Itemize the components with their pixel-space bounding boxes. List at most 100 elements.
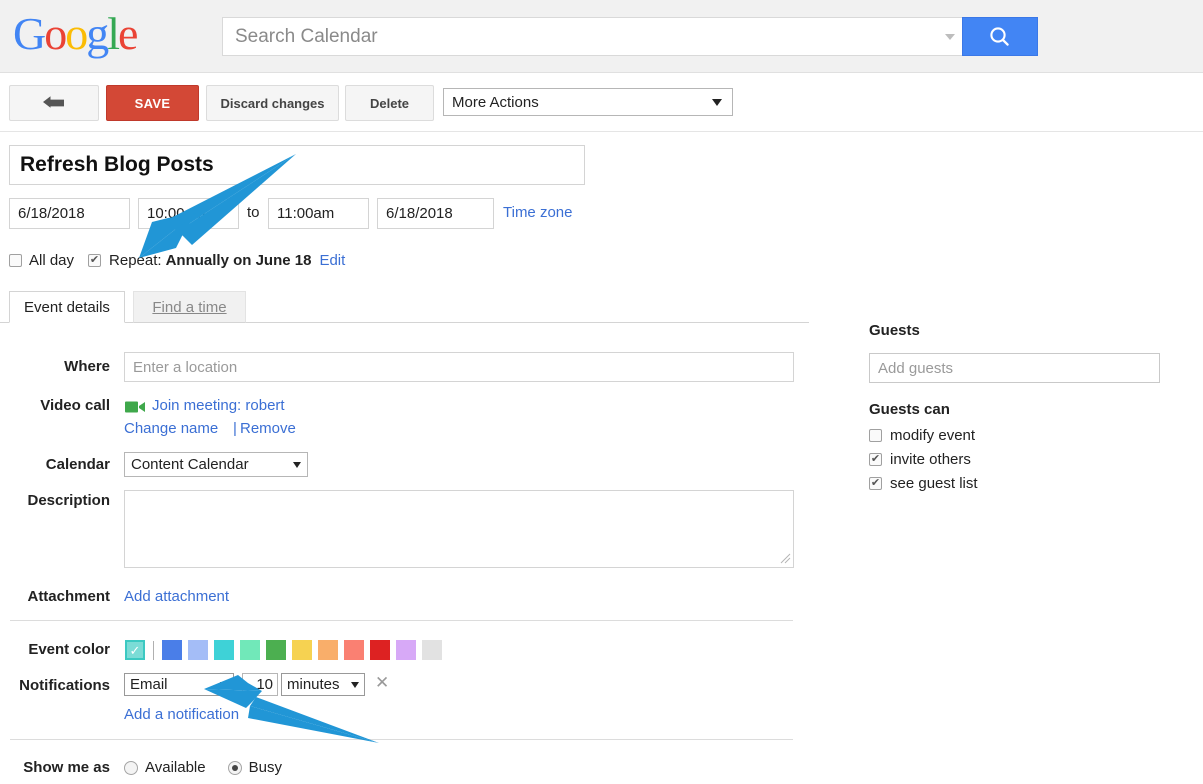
to-label: to [247,204,260,221]
time-zone-link[interactable]: Time zone [503,204,572,221]
section-divider [10,739,793,740]
notification-type-select[interactable]: Email [124,673,234,696]
back-arrow-icon [41,95,67,111]
logo-letter-g: g [86,8,107,59]
calendar-selected-value: Content Calendar [131,456,293,473]
search-input[interactable] [222,17,962,56]
end-time-input[interactable] [268,198,369,229]
tab-event-details[interactable]: Event details [9,291,125,323]
add-guests-input[interactable] [869,353,1160,383]
search-options-dropdown[interactable] [939,17,961,56]
checkbox-invite-others[interactable] [869,453,882,466]
tab-find-a-time[interactable]: Find a time [133,291,246,323]
end-date-input[interactable] [377,198,494,229]
description-input[interactable] [124,490,794,568]
swatch-separator [153,641,154,660]
guest-permission-row: see guest list [869,475,978,492]
repeat-label: Repeat: [109,252,162,269]
attachment-label: Attachment [0,588,110,605]
repeat-row: All day Repeat: Annually on June 18 Edit [9,252,345,269]
color-swatch-turquoise[interactable] [214,640,234,660]
event-title-input[interactable] [9,145,585,185]
more-actions-dropdown[interactable]: More Actions [443,88,733,116]
color-swatch-basil[interactable] [266,640,286,660]
chevron-down-icon [293,462,301,468]
color-swatch-tomato[interactable] [370,640,390,660]
color-swatch-grape[interactable] [396,640,416,660]
all-day-checkbox[interactable] [9,254,22,267]
back-button[interactable] [9,85,99,121]
guest-permission-row: modify event [869,427,975,444]
description-label: Description [0,492,110,509]
start-time-input[interactable] [138,198,239,229]
add-attachment-link[interactable]: Add attachment [124,588,229,605]
notification-unit-select[interactable]: minutes [281,673,365,696]
app-header: Google [0,0,1203,73]
guests-can-title: Guests can [869,401,950,418]
checkbox-see-guest-list[interactable] [869,477,882,490]
available-label: Available [145,759,206,776]
google-logo: Google [13,11,136,57]
guest-permission-row: invite others [869,451,971,468]
color-swatch-flamingo[interactable] [344,640,364,660]
video-call-label: Video call [0,397,110,414]
start-date-input[interactable] [9,198,130,229]
show-me-as-label: Show me as [0,759,110,776]
remove-video-call-link[interactable]: Remove [240,420,296,437]
guest-permission-label: modify event [890,427,975,444]
notifications-label: Notifications [0,677,110,694]
color-swatch-banana[interactable] [292,640,312,660]
search-bar [222,17,1038,56]
event-color-label: Event color [0,641,110,658]
color-swatch-lavender[interactable] [188,640,208,660]
remove-notification-icon[interactable]: ✕ [375,674,389,691]
repeat-edit-link[interactable]: Edit [319,252,345,269]
color-swatch-mint[interactable] [240,640,260,660]
guest-permission-label: invite others [890,451,971,468]
calendar-label: Calendar [0,456,110,473]
checkbox-modify-event[interactable] [869,429,882,442]
delete-button[interactable]: Delete [345,85,434,121]
guests-title: Guests [869,322,920,339]
color-swatch-blueberry[interactable] [162,640,182,660]
notification-unit-value: minutes [287,676,351,693]
logo-letter-o1: o [44,8,65,59]
add-notification-link[interactable]: Add a notification [124,706,239,723]
chevron-down-icon [712,99,722,106]
chevron-down-icon [220,682,228,688]
change-name-link[interactable]: Change name [124,420,218,437]
calendar-select[interactable]: Content Calendar [124,452,308,477]
search-button[interactable] [962,17,1038,56]
chevron-down-icon [945,34,955,40]
logo-letter-e: e [118,8,136,59]
notification-type-value: Email [130,676,220,693]
event-color-swatches [125,640,448,660]
color-swatch-graphite[interactable] [422,640,442,660]
busy-label: Busy [249,759,282,776]
repeat-value: Annually on June 18 [166,252,312,269]
chevron-down-icon [351,682,359,688]
show-me-as-options: Available Busy [124,759,282,776]
discard-changes-button[interactable]: Discard changes [206,85,339,121]
save-button[interactable]: SAVE [106,85,199,121]
color-swatch-tangerine[interactable] [318,640,338,660]
search-icon [987,24,1013,50]
guest-permission-label: see guest list [890,475,978,492]
radio-available[interactable] [124,761,138,775]
color-swatch-peacock-selected[interactable] [125,640,145,660]
join-meeting-link[interactable]: Join meeting: robert [152,397,285,414]
where-input[interactable] [124,352,794,382]
more-actions-label: More Actions [452,94,712,111]
video-camera-icon [125,400,145,414]
where-label: Where [0,358,110,375]
all-day-label: All day [29,252,74,269]
notification-amount-input[interactable] [242,673,278,696]
radio-busy[interactable] [228,761,242,775]
section-divider [10,620,793,621]
link-separator: | [233,420,237,437]
logo-letter-o2: o [65,8,86,59]
logo-letter-l: l [107,8,118,59]
tab-strip: Event details Find a time [0,291,809,323]
logo-letter-G: G [13,8,44,59]
repeat-checkbox[interactable] [88,254,101,267]
